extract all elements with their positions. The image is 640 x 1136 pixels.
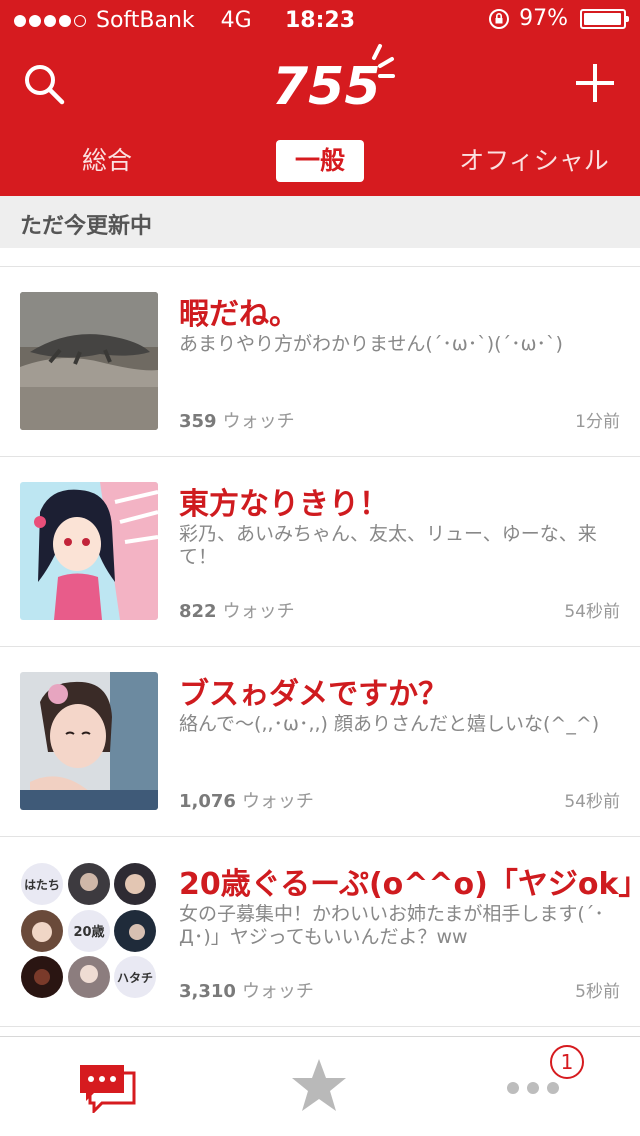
room-list: 暇だね。 あまりやり方がわかりません(´･ω･`)(´･ω･`) 359 ウォッチ… — [0, 266, 640, 1027]
tab-general-all[interactable]: 総合 — [62, 140, 152, 182]
rotation-lock-icon — [489, 8, 510, 29]
room-description: 絡んで〜(,,･ω･,,) 顔ありさんだと嬉しいな(^_^) — [179, 713, 600, 735]
battery-icon — [580, 8, 629, 29]
app-logo-text: 755 — [272, 57, 381, 114]
list-item[interactable]: はたち 20歳 ハタチ 20歳ぐるーぷ(o^^o)「ヤジok」 女の子募集中！か… — [0, 837, 640, 1027]
room-title: 20歳ぐるーぷ(o^^o)「ヤジok」 — [179, 867, 640, 902]
watch-count: 3,310 ウォッチ — [179, 981, 314, 1002]
list-item[interactable]: ブスゎダメですか？ 絡んで〜(,,･ω･,,) 顔ありさんだと嬉しいな(^_^)… — [0, 647, 640, 837]
category-tabs: 総合 一般 オフィシャル — [0, 140, 640, 184]
bottom-tab-bar: 1 — [0, 1036, 640, 1136]
app-logo: 755 — [272, 44, 395, 114]
svg-text:20歳: 20歳 — [73, 924, 104, 940]
svg-text:はたち: はたち — [24, 878, 60, 892]
chat-icon[interactable] — [78, 1063, 136, 1113]
svg-text:ハタチ: ハタチ — [117, 971, 153, 985]
room-thumbnail: はたち 20歳 ハタチ — [20, 862, 158, 1000]
status-bar: SoftBank 4G 18:23 97% — [0, 0, 640, 40]
updated-time: 1分前 — [575, 412, 620, 432]
room-title: 東方なりきり！ — [179, 487, 389, 522]
star-icon[interactable] — [290, 1057, 348, 1115]
more-icon[interactable] — [505, 1081, 565, 1095]
section-header-label: ただ今更新中 — [20, 214, 153, 239]
room-thumbnail — [20, 292, 158, 430]
plus-icon[interactable] — [574, 62, 616, 104]
updated-time: 54秒前 — [564, 602, 620, 622]
search-icon[interactable] — [22, 62, 66, 106]
updated-time: 54秒前 — [564, 792, 620, 812]
room-title: 暇だね。 — [179, 297, 299, 332]
room-thumbnail — [20, 672, 158, 810]
updated-time: 5秒前 — [575, 982, 620, 1002]
room-thumbnail — [20, 482, 158, 620]
watch-count: 1,076 ウォッチ — [179, 791, 314, 812]
list-item[interactable]: 暇だね。 あまりやり方がわかりません(´･ω･`)(´･ω･`) 359 ウォッチ… — [0, 267, 640, 457]
room-description: あまりやり方がわかりません(´･ω･`)(´･ω･`) — [179, 333, 563, 355]
list-item[interactable]: 東方なりきり！ 彩乃、あいみちゃん、友太、リュー、ゆーな、来て！ 822 ウォッチ… — [0, 457, 640, 647]
battery-percent: 97% — [519, 6, 568, 31]
watch-count: 822 ウォッチ — [179, 601, 295, 622]
room-description: 女の子募集中！かわいいお姉たまが相手します(´･Д･)」ヤジってもいいんだよ？w… — [179, 903, 604, 948]
app-header: SoftBank 4G 18:23 97% 755 総合 一般 オフィシャル — [0, 0, 640, 196]
tab-official[interactable]: オフィシャル — [454, 140, 614, 182]
section-header: ただ今更新中 — [0, 196, 640, 248]
room-title: ブスゎダメですか？ — [179, 677, 449, 712]
room-description: 彩乃、あいみちゃん、友太、リュー、ゆーな、来て！ — [179, 523, 597, 568]
notification-badge: 1 — [550, 1045, 584, 1079]
tab-general[interactable]: 一般 — [276, 140, 364, 182]
watch-count: 359 ウォッチ — [179, 411, 295, 432]
